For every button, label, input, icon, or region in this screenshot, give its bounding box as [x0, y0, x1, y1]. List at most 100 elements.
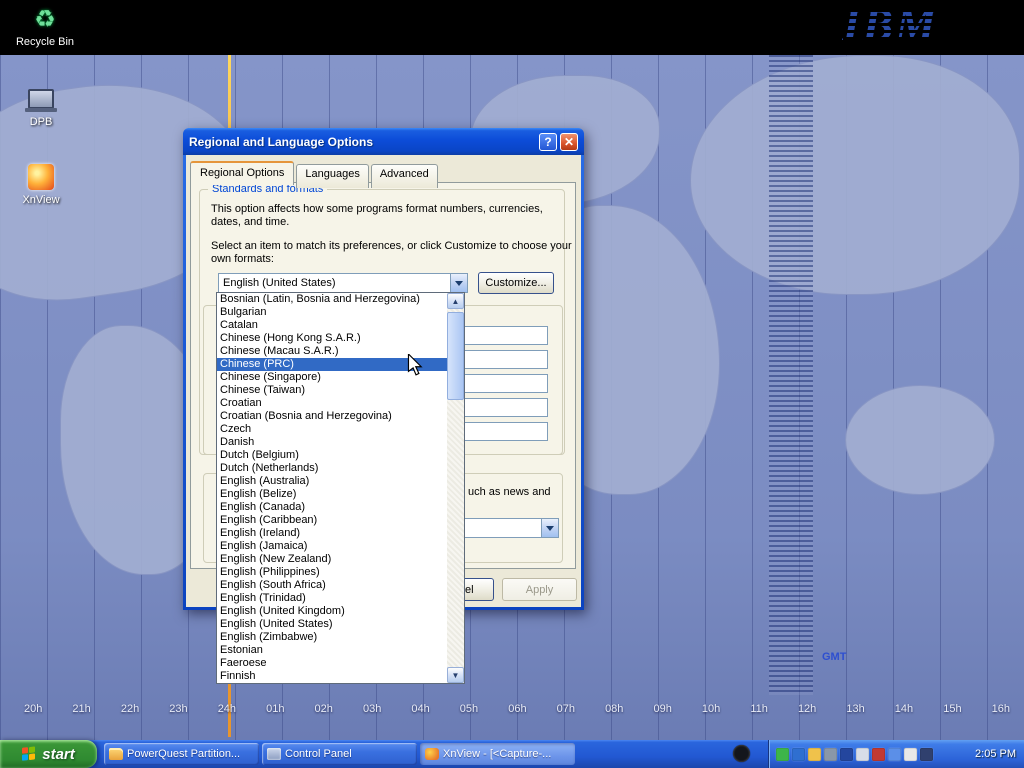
list-item[interactable]: English (Australia) — [217, 475, 447, 488]
timezone-label: 22h — [121, 703, 139, 715]
locale-combobox-value: English (United States) — [219, 277, 450, 289]
timezone-label: 15h — [943, 703, 961, 715]
tray-icon[interactable] — [872, 748, 885, 761]
desktop-icon-dpb[interactable]: DPB — [8, 84, 74, 128]
tray-icon[interactable] — [856, 748, 869, 761]
task-label: PowerQuest Partition... — [127, 748, 240, 760]
tab-regional-options[interactable]: Regional Options — [190, 161, 294, 185]
scrollbar-track[interactable] — [447, 309, 464, 667]
dropdown-scrollbar[interactable]: ▲ ▼ — [447, 293, 464, 683]
taskbar-task[interactable]: PowerQuest Partition... — [104, 743, 259, 765]
locale-dropdown-list: Bosnian (Latin, Bosnia and Herzegovina)B… — [217, 293, 447, 683]
list-item[interactable]: Dutch (Belgium) — [217, 449, 447, 462]
timezone-label: 12h — [798, 703, 816, 715]
standards-description: This option affects how some programs fo… — [211, 203, 559, 229]
windows-flag-icon — [22, 746, 37, 762]
desktop-icon-label: Recycle Bin — [12, 36, 78, 48]
window-title: Regional and Language Options — [189, 135, 536, 149]
customize-button[interactable]: Customize... — [478, 272, 554, 294]
xnview-icon — [23, 162, 59, 192]
timezone-hatch-band — [769, 55, 813, 695]
taskbar-task[interactable]: XnView - [<Capture-... — [420, 743, 575, 765]
list-item[interactable]: Croatian (Bosnia and Herzegovina) — [217, 410, 447, 423]
timezone-label: 13h — [846, 703, 864, 715]
list-item[interactable]: English (Jamaica) — [217, 540, 447, 553]
timezone-label: 09h — [653, 703, 671, 715]
list-item[interactable]: Dutch (Netherlands) — [217, 462, 447, 475]
task-label: XnView - [<Capture-... — [443, 748, 551, 760]
help-button[interactable]: ? — [539, 133, 557, 151]
apply-button[interactable]: Apply — [502, 578, 577, 601]
tray-icon[interactable] — [840, 748, 853, 761]
timezone-label: 07h — [557, 703, 575, 715]
scroll-up-button[interactable]: ▲ — [447, 293, 464, 309]
list-item[interactable]: English (Zimbabwe) — [217, 631, 447, 644]
tab-languages[interactable]: Languages — [296, 164, 368, 188]
list-item[interactable]: English (Philippines) — [217, 566, 447, 579]
list-item[interactable]: Czech — [217, 423, 447, 436]
timezone-label: 05h — [460, 703, 478, 715]
list-item[interactable]: English (South Africa) — [217, 579, 447, 592]
list-item[interactable]: English (United Kingdom) — [217, 605, 447, 618]
timezone-label: 03h — [363, 703, 381, 715]
list-item[interactable]: Catalan — [217, 319, 447, 332]
mouse-cursor — [406, 354, 426, 381]
desktop-icon-recycle-bin[interactable]: ♻ Recycle Bin — [12, 4, 78, 48]
timezone-label: 16h — [992, 703, 1010, 715]
taskbar-dark-icon[interactable] — [733, 745, 750, 762]
list-item[interactable]: Faeroese — [217, 657, 447, 670]
chevron-down-icon — [546, 526, 554, 531]
locale-combobox[interactable]: English (United States) — [218, 273, 468, 293]
list-item[interactable]: Bosnian (Latin, Bosnia and Herzegovina) — [217, 293, 447, 306]
locale-dropdown-listbox: Bosnian (Latin, Bosnia and Herzegovina)B… — [216, 292, 465, 684]
tray-icon[interactable] — [888, 748, 901, 761]
list-item[interactable]: English (Caribbean) — [217, 514, 447, 527]
taskbar-tasks: PowerQuest Partition... Control Panel XnVi… — [104, 743, 575, 765]
ibm-logo: IBM — [843, 0, 938, 51]
timezone-label: 08h — [605, 703, 623, 715]
list-item[interactable]: Croatian — [217, 397, 447, 410]
list-item[interactable]: Finnish — [217, 670, 447, 683]
list-item[interactable]: Chinese (Taiwan) — [217, 384, 447, 397]
timezone-label: 10h — [702, 703, 720, 715]
start-button-label: start — [42, 746, 75, 763]
chevron-down-icon — [455, 281, 463, 286]
list-item[interactable]: Chinese (Hong Kong S.A.R.) — [217, 332, 447, 345]
scrollbar-thumb[interactable] — [447, 312, 464, 400]
list-item[interactable]: English (United States) — [217, 618, 447, 631]
list-item[interactable]: English (Ireland) — [217, 527, 447, 540]
timezone-label: 02h — [315, 703, 333, 715]
timezone-label: 21h — [72, 703, 90, 715]
taskbar-task[interactable]: Control Panel — [262, 743, 417, 765]
tray-icon[interactable] — [776, 748, 789, 761]
tab-strip: Regional OptionsLanguagesAdvanced — [190, 161, 438, 185]
combobox-dropdown-button[interactable] — [541, 519, 558, 537]
tray-icon[interactable] — [808, 748, 821, 761]
scroll-down-button[interactable]: ▼ — [447, 667, 464, 683]
list-item[interactable]: English (Belize) — [217, 488, 447, 501]
timezone-label: 24h — [218, 703, 236, 715]
task-icon — [109, 748, 123, 760]
tray-icon[interactable] — [792, 748, 805, 761]
tray-icon[interactable] — [824, 748, 837, 761]
combobox-dropdown-button[interactable] — [450, 274, 467, 292]
list-item[interactable]: English (New Zealand) — [217, 553, 447, 566]
task-icon — [425, 748, 439, 760]
close-button[interactable]: ✕ — [560, 133, 578, 151]
list-item[interactable]: English (Trinidad) — [217, 592, 447, 605]
tab-advanced[interactable]: Advanced — [371, 164, 438, 188]
tray-icon[interactable] — [904, 748, 917, 761]
window-title-bar[interactable]: Regional and Language Options ? ✕ — [183, 128, 584, 155]
start-button[interactable]: start — [0, 740, 97, 768]
list-item[interactable]: Bulgarian — [217, 306, 447, 319]
tray-icon[interactable] — [920, 748, 933, 761]
desktop-icon-xnview[interactable]: XnView — [8, 162, 74, 206]
standards-instruction: Select an item to match its preferences,… — [211, 240, 575, 266]
task-icon — [267, 748, 281, 760]
list-item[interactable]: English (Canada) — [217, 501, 447, 514]
list-item[interactable]: Estonian — [217, 644, 447, 657]
list-item[interactable]: Danish — [217, 436, 447, 449]
location-description-fragment: uch as news and — [468, 486, 558, 499]
recycle-bin-icon: ♻ — [27, 4, 63, 34]
timezone-label: 20h — [24, 703, 42, 715]
